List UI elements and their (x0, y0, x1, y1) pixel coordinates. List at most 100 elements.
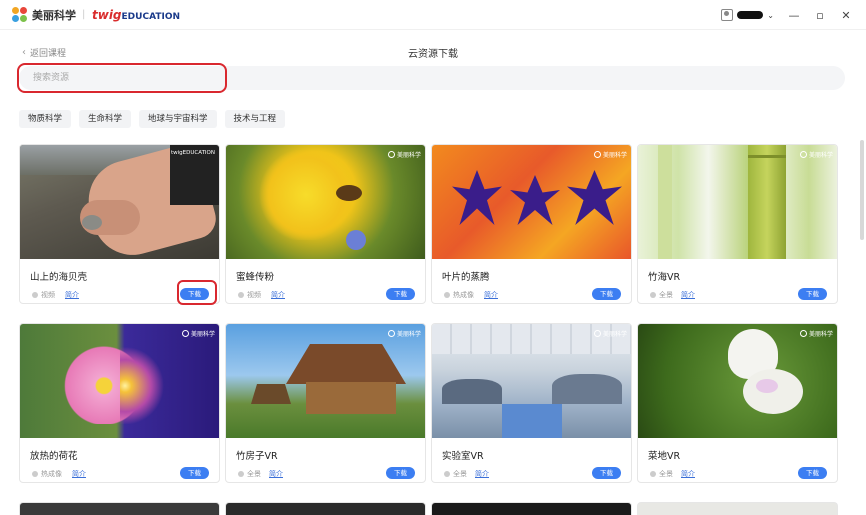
intro-link[interactable]: 简介 (269, 469, 283, 479)
download-button[interactable]: 下载 (180, 288, 209, 300)
video-icon (238, 292, 244, 298)
close-button[interactable]: ✕ (840, 9, 852, 22)
resource-type-tag: 全景 (238, 469, 261, 479)
download-button[interactable]: 下载 (798, 288, 827, 300)
download-button[interactable]: 下载 (798, 467, 827, 479)
resource-title: 竹房子VR (236, 451, 278, 462)
brand-logo-icon (181, 330, 189, 337)
resource-type-tag: 视频 (32, 290, 55, 300)
resource-card[interactable]: 美丽科学 蜜蜂传粉 视频 简介 下载 (225, 144, 426, 304)
panorama-icon (650, 471, 656, 477)
intro-link[interactable]: 简介 (484, 290, 498, 300)
resource-card-partial[interactable] (19, 502, 220, 515)
brand-watermark: 美丽科学 (593, 329, 627, 338)
resource-type-label: 视频 (247, 291, 261, 299)
resource-type-tag: 全景 (650, 469, 673, 479)
download-button[interactable]: 下载 (180, 467, 209, 479)
video-icon (32, 292, 38, 298)
resource-card-partial[interactable] (225, 502, 426, 515)
intro-link[interactable]: 简介 (681, 469, 695, 479)
partner-logo-twig: twig (92, 8, 122, 22)
brand-name: 美丽科学 (602, 152, 627, 159)
intro-link[interactable]: 简介 (65, 290, 79, 300)
brand-watermark: 美丽科学 (799, 150, 833, 159)
panorama-icon (444, 471, 450, 477)
resource-title: 山上的海贝壳 (30, 272, 88, 283)
brand-logo-icon (593, 330, 601, 337)
resource-type-label: 视频 (41, 291, 55, 299)
thermal-icon (444, 292, 450, 298)
intro-link[interactable]: 简介 (681, 290, 695, 300)
download-button[interactable]: 下载 (592, 467, 621, 479)
resource-title: 菜地VR (648, 451, 681, 462)
intro-link[interactable]: 简介 (72, 469, 86, 479)
app-logo-icon (12, 7, 28, 23)
minimize-button[interactable]: — (788, 9, 800, 22)
brand-name: 美丽科学 (808, 152, 833, 159)
resource-type-label: 全景 (659, 470, 673, 478)
thermal-icon (32, 471, 38, 477)
brand-watermark: 美丽科学 (181, 329, 215, 338)
brand-logo-icon (387, 330, 395, 337)
brand-name: 美丽科学 (190, 331, 215, 338)
brand-name: 美丽科学 (808, 331, 833, 338)
partner-logo: twig EDUCATION (92, 8, 180, 22)
brand-logo-icon (799, 330, 807, 337)
resource-thumbnail[interactable]: 美丽科学 (226, 324, 425, 438)
search-input[interactable] (33, 71, 333, 85)
panorama-icon (238, 471, 244, 477)
title-bar: 美丽科学 | twig EDUCATION ⌄ — ▫ ✕ (0, 0, 866, 30)
category-tab-technology-engineering[interactable]: 技术与工程 (224, 110, 286, 128)
brand-watermark: 美丽科学 (387, 329, 421, 338)
brand-name: 美丽科学 (396, 152, 421, 159)
resource-type-tag: 全景 (650, 290, 673, 300)
download-button[interactable]: 下载 (386, 288, 415, 300)
resource-type-label: 全景 (453, 470, 467, 478)
intro-link[interactable]: 简介 (475, 469, 489, 479)
resource-thumbnail[interactable]: 美丽科学 (638, 145, 837, 259)
scrollbar-thumb[interactable] (860, 140, 864, 240)
download-button[interactable]: 下载 (592, 288, 621, 300)
brand-name: 美丽科学 (602, 331, 627, 338)
logo-separator: | (82, 9, 86, 20)
resource-card[interactable]: twigEDUCATION 山上的海贝壳 视频 简介 下载 (19, 144, 220, 304)
resource-type-label: 全景 (247, 470, 261, 478)
resource-thumbnail[interactable]: 美丽科学 (638, 324, 837, 438)
resource-card-partial[interactable] (637, 502, 838, 515)
partner-logo-education: EDUCATION (121, 12, 181, 22)
resource-card[interactable]: 美丽科学 放热的荷花 热成像 简介 下载 (19, 323, 220, 483)
page-title: 云资源下载 (408, 49, 458, 60)
category-tab-earth-space-science[interactable]: 地球与宇宙科学 (139, 110, 217, 128)
resource-type-tag: 热成像 (444, 290, 474, 300)
resource-thumbnail[interactable]: 美丽科学 (432, 324, 631, 438)
resource-card[interactable]: 美丽科学 竹房子VR 全景 简介 下载 (225, 323, 426, 483)
resource-type-label: 热成像 (41, 470, 62, 478)
brand-logo-icon (799, 151, 807, 158)
intro-link[interactable]: 简介 (271, 290, 285, 300)
resource-card[interactable]: 美丽科学 菜地VR 全景 简介 下载 (637, 323, 838, 483)
username-redacted[interactable] (737, 11, 764, 19)
resource-thumbnail[interactable]: 美丽科学 (20, 324, 219, 438)
search-bar[interactable] (19, 66, 845, 90)
resource-card-partial[interactable] (431, 502, 632, 515)
resource-title: 实验室VR (442, 451, 484, 462)
app-logo: 美丽科学 (12, 6, 76, 24)
resource-thumbnail[interactable]: 美丽科学 (226, 145, 425, 259)
maximize-button[interactable]: ▫ (814, 9, 826, 22)
chevron-down-icon[interactable]: ⌄ (767, 11, 774, 20)
resource-card[interactable]: 美丽科学 竹海VR 全景 简介 下载 (637, 144, 838, 304)
download-button[interactable]: 下载 (386, 467, 415, 479)
category-tab-physical-science[interactable]: 物质科学 (19, 110, 72, 128)
resource-card[interactable]: 美丽科学 叶片的蒸腾 热成像 简介 下载 (431, 144, 632, 304)
app-name: 美丽科学 (32, 9, 76, 22)
category-filter-bar: 物质科学 生命科学 地球与宇宙科学 技术与工程 (19, 110, 286, 128)
brand-watermark: 美丽科学 (593, 150, 627, 159)
brand-logo-icon (387, 151, 395, 158)
resource-thumbnail[interactable]: 美丽科学 (432, 145, 631, 259)
resource-card[interactable]: 美丽科学 实验室VR 全景 简介 下载 (431, 323, 632, 483)
resource-thumbnail[interactable]: twigEDUCATION (20, 145, 219, 259)
resource-title: 叶片的蒸腾 (442, 272, 490, 283)
user-avatar-icon[interactable] (721, 9, 734, 21)
resource-type-tag: 热成像 (32, 469, 62, 479)
category-tab-life-science[interactable]: 生命科学 (79, 110, 132, 128)
